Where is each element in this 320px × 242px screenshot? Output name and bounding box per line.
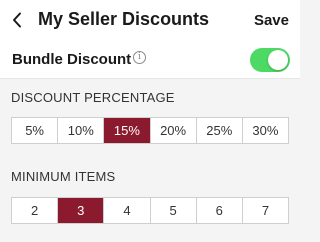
bundle-discount-row: Bundle Discount i (0, 40, 300, 79)
minimum-items-option[interactable]: 4 (104, 198, 151, 223)
discount-percentage-selector: 5% 10% 15% 20% 25% 30% (11, 117, 289, 144)
discount-percentage-option[interactable]: 15% (104, 118, 151, 143)
minimum-items-label: MINIMUM ITEMS (11, 169, 116, 184)
bundle-discount-toggle[interactable] (250, 48, 290, 72)
bundle-discount-label: Bundle Discount (12, 51, 132, 68)
save-button[interactable]: Save (254, 12, 289, 29)
page-title: My Seller Discounts (38, 9, 210, 29)
minimum-items-option[interactable]: 5 (151, 198, 197, 223)
minimum-items-selector: 234567 (11, 197, 289, 224)
discount-percentage-option[interactable]: 5% (12, 118, 59, 143)
discount-percentage-label: DISCOUNT PERCENTAGE (11, 90, 175, 105)
info-icon[interactable]: i (133, 51, 146, 64)
chevron-left-icon[interactable] (9, 11, 25, 29)
toggle-knob (268, 50, 288, 70)
discount-percentage-option[interactable]: 30% (243, 118, 288, 143)
minimum-items-option[interactable]: 6 (197, 198, 243, 223)
discount-percentage-option[interactable]: 25% (197, 118, 243, 143)
discount-percentage-option[interactable]: 20% (151, 118, 197, 143)
discount-percentage-option[interactable]: 10% (58, 118, 105, 143)
minimum-items-option[interactable]: 7 (243, 198, 288, 223)
minimum-items-option[interactable]: 2 (12, 198, 59, 223)
header-bar: My Seller Discounts Save (0, 0, 300, 40)
minimum-items-option[interactable]: 3 (58, 198, 105, 223)
